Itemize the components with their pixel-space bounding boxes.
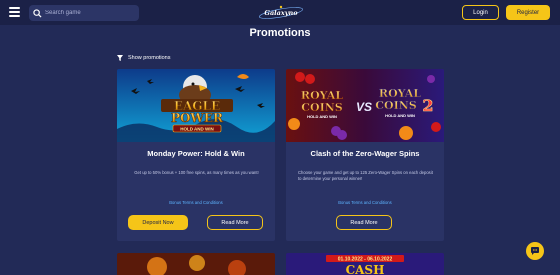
royal-coins-right-line2: COINS <box>375 99 417 112</box>
promo-description: Choose your game and get up to 125 Zero-… <box>298 170 433 181</box>
terms-link[interactable]: Bonus Terms and Conditions <box>286 200 444 205</box>
header: Galaxyno Login Register <box>0 0 560 25</box>
deposit-now-button[interactable]: Deposit Now <box>128 215 188 230</box>
eagle-power-text: POWER <box>171 111 224 125</box>
peek-date-range: 01.10.2022 - 06.10.2022 <box>338 257 393 263</box>
royal-coins-right-line3: HOLD AND WIN <box>385 113 415 118</box>
page-title: Promotions <box>249 27 311 39</box>
read-more-button[interactable]: Read More <box>336 215 392 230</box>
logo-text: Galaxyno <box>264 8 298 17</box>
register-button[interactable]: Register <box>506 5 550 20</box>
royal-coins-2-number: 2 <box>422 96 433 115</box>
royal-coins-left-line3: HOLD AND WIN <box>307 114 337 119</box>
menu-icon[interactable] <box>9 7 20 17</box>
promo-image-royal-coins[interactable]: ROYAL COINS HOLD AND WIN VS ROYAL COINS … <box>286 69 444 142</box>
filter-toggle[interactable]: Show promotions <box>117 55 171 61</box>
promo-description: Get up to 50% bonus + 100 free spins, as… <box>134 170 259 175</box>
promo-image-eagle-power[interactable]: EAGLE POWER HOLD AND WIN <box>117 69 275 142</box>
chat-button[interactable] <box>526 242 544 260</box>
filter-icon <box>117 55 123 61</box>
chat-icon <box>531 247 539 255</box>
royal-coins-left-line2: COINS <box>301 101 343 114</box>
search-input[interactable] <box>45 10 130 16</box>
login-button[interactable]: Login <box>462 5 499 20</box>
vs-text: VS <box>356 100 372 114</box>
promo-card-peek[interactable] <box>117 253 275 275</box>
promo-title: Clash of the Zero-Wager Spins <box>310 149 420 158</box>
promo-card-peek[interactable]: 01.10.2022 - 06.10.2022 CASH <box>286 253 444 275</box>
search-box[interactable] <box>29 5 139 21</box>
terms-link[interactable]: Bonus Terms and Conditions <box>117 200 275 205</box>
logo[interactable]: Galaxyno <box>257 4 305 21</box>
promo-title: Monday Power: Hold & Win <box>147 149 245 158</box>
peek-cash-text: CASH <box>346 263 385 275</box>
hold-and-win-text: HOLD AND WIN <box>180 127 214 132</box>
search-icon <box>29 5 45 21</box>
promo-card-monday-power: EAGLE POWER HOLD AND WIN Monday Power: H… <box>117 69 275 241</box>
filter-label: Show promotions <box>128 55 171 61</box>
read-more-button[interactable]: Read More <box>207 215 263 230</box>
promo-card-clash-zero-wager: ROYAL COINS HOLD AND WIN VS ROYAL COINS … <box>286 69 444 241</box>
